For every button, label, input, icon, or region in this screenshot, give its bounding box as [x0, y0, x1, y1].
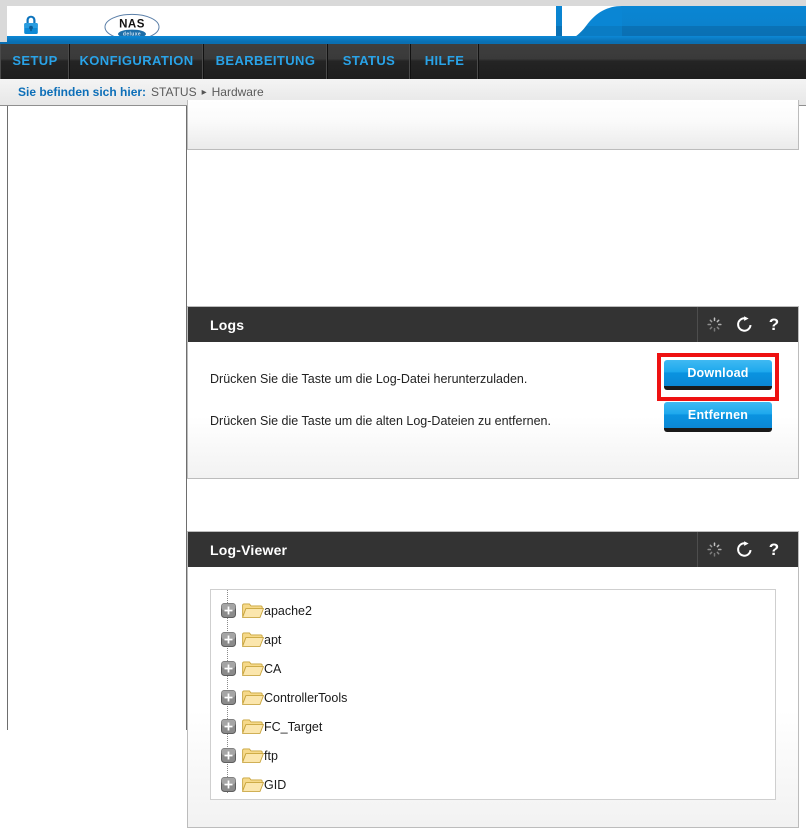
tree-item-label: FC_Target: [264, 720, 322, 734]
log-viewer-panel-body: apache2: [188, 567, 798, 827]
folder-icon: [242, 689, 264, 706]
page-body: Logs: [0, 106, 806, 730]
expand-plus-icon[interactable]: [221, 690, 236, 705]
tree-item-label: GID: [264, 778, 286, 792]
folder-icon: [242, 718, 264, 735]
logs-panel-title: Logs: [210, 317, 244, 333]
expand-plus-icon[interactable]: [221, 632, 236, 647]
tree-item[interactable]: apt: [221, 625, 775, 654]
expand-plus-icon[interactable]: [221, 661, 236, 676]
tree-item[interactable]: GID: [221, 770, 775, 799]
tree-item[interactable]: FC_Target: [221, 712, 775, 741]
nav-item-hilfe-label: HILFE: [425, 53, 465, 68]
lock-icon: [22, 15, 40, 35]
tree-item[interactable]: apache2: [221, 596, 775, 625]
expand-plus-icon[interactable]: [221, 603, 236, 618]
logs-panel: Logs: [187, 306, 799, 479]
nav-item-setup[interactable]: SETUP: [0, 42, 70, 79]
remove-button[interactable]: Entfernen: [664, 402, 772, 432]
log-viewer-panel-header: Log-Viewer: [188, 532, 798, 567]
tree-item-label: apt: [264, 633, 281, 647]
log-file-tree[interactable]: apache2: [210, 589, 776, 800]
folder-icon: [242, 631, 264, 648]
expand-plus-icon[interactable]: [221, 748, 236, 763]
nav-item-status-label: STATUS: [343, 53, 395, 68]
folder-icon: [242, 747, 264, 764]
svg-text:NAS: NAS: [119, 19, 145, 31]
log-viewer-panel-title: Log-Viewer: [210, 542, 287, 558]
tree-item[interactable]: CA: [221, 654, 775, 683]
refresh-icon[interactable]: [730, 308, 758, 342]
expand-plus-icon[interactable]: [221, 719, 236, 734]
tree-item-label: ftp: [264, 749, 278, 763]
nav-item-hilfe[interactable]: HILFE: [411, 42, 479, 79]
logs-remove-description: Drücken Sie die Taste um die alten Log-D…: [210, 414, 551, 428]
tree-item-label: apache2: [264, 604, 312, 618]
log-viewer-panel: Log-Viewer: [187, 531, 799, 828]
help-icon[interactable]: ?: [760, 308, 788, 342]
expand-plus-icon[interactable]: [221, 777, 236, 792]
nav-item-konfiguration[interactable]: KONFIGURATION: [70, 42, 204, 79]
tree-item[interactable]: ftp: [221, 741, 775, 770]
nav-item-bearbeitung[interactable]: BEARBEITUNG: [204, 42, 328, 79]
folder-icon: [242, 602, 264, 619]
nav-item-konfiguration-label: KONFIGURATION: [79, 53, 193, 68]
sidebar: [8, 106, 186, 730]
download-button[interactable]: Download: [664, 360, 772, 390]
panel-above-truncated: [187, 100, 799, 150]
tree-root: apache2: [211, 590, 775, 799]
logs-panel-body: Drücken Sie die Taste um die Log-Datei h…: [188, 342, 798, 478]
breadcrumb-section[interactable]: STATUS: [151, 85, 197, 99]
folder-icon: [242, 776, 264, 793]
chevron-right-icon: ▸: [202, 87, 207, 98]
main-navigation: SETUP KONFIGURATION BEARBEITUNG STATUS H…: [0, 42, 806, 79]
help-icon-label: ?: [769, 316, 779, 333]
logs-download-description: Drücken Sie die Taste um die Log-Datei h…: [210, 372, 527, 386]
nav-item-bearbeitung-label: BEARBEITUNG: [216, 53, 316, 68]
help-icon[interactable]: ?: [760, 533, 788, 567]
nav-item-setup-label: SETUP: [12, 53, 57, 68]
folder-icon: [242, 660, 264, 677]
breadcrumb-prefix: Sie befinden sich hier:: [18, 85, 146, 99]
log-viewer-panel-tools: ?: [697, 532, 798, 567]
app-header: NAS deluxe: [0, 0, 806, 42]
nav-item-status[interactable]: STATUS: [328, 42, 411, 79]
tree-item-label: CA: [264, 662, 281, 676]
loading-spinner-icon: [700, 308, 728, 342]
tree-item[interactable]: ControllerTools: [221, 683, 775, 712]
logs-panel-tools: ?: [697, 307, 798, 342]
tree-item-label: ControllerTools: [264, 691, 347, 705]
breadcrumb-page: Hardware: [212, 85, 264, 99]
refresh-icon[interactable]: [730, 533, 758, 567]
logs-panel-header: Logs: [188, 307, 798, 342]
help-icon-label: ?: [769, 541, 779, 558]
content-area: Logs: [187, 106, 806, 730]
loading-spinner-icon: [700, 533, 728, 567]
